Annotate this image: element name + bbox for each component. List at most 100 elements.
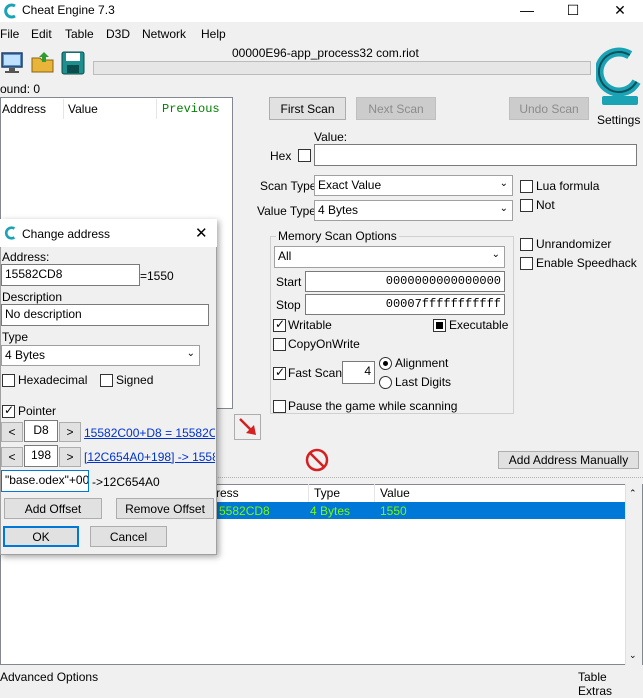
chevron-down-icon: ⌄: [491, 249, 500, 260]
address-header-type[interactable]: Type: [314, 486, 340, 500]
offset1-input[interactable]: D8: [24, 420, 58, 442]
advanced-options-link[interactable]: Advanced Options: [0, 670, 98, 684]
base-address-result: ->12C654A0: [92, 475, 160, 489]
hex-checkbox[interactable]: [298, 149, 311, 162]
results-header-previous[interactable]: Previous: [162, 102, 220, 116]
remove-offset-button[interactable]: Remove Offset: [116, 498, 214, 519]
menu-file[interactable]: File: [0, 27, 19, 41]
dialog-close-icon[interactable]: ✕: [195, 224, 208, 242]
dialog-description-input[interactable]: No description: [1, 304, 209, 326]
value-type-value: 4 Bytes: [318, 203, 359, 217]
offset2-increment-button[interactable]: >: [59, 447, 81, 467]
memory-region-value: All: [278, 249, 292, 263]
executable-checkbox[interactable]: [433, 319, 446, 332]
address-list-scrollbar[interactable]: ⌃ ⌄: [625, 484, 642, 665]
memory-region-select[interactable]: All ⌄: [274, 246, 505, 268]
unrandomizer-label: Unrandomizer: [536, 237, 612, 251]
next-scan-button[interactable]: Next Scan: [356, 97, 436, 120]
copy-on-write-label: CopyOnWrite: [288, 337, 360, 351]
add-to-list-arrow-button[interactable]: [234, 414, 261, 440]
save-icon[interactable]: [60, 50, 86, 76]
dialog-type-value: 4 Bytes: [5, 348, 46, 362]
header-divider: [156, 99, 157, 119]
hex-label: Hex: [270, 149, 292, 163]
cancel-button[interactable]: Cancel: [90, 526, 167, 547]
scan-progress-bar: [93, 61, 591, 75]
hexadecimal-label: Hexadecimal: [18, 373, 88, 387]
open-file-icon[interactable]: [30, 50, 56, 76]
signed-checkbox[interactable]: [100, 374, 113, 387]
address-header-address[interactable]: ress: [216, 486, 239, 500]
offset2-link[interactable]: [12C654A0+198] -> 15582C00: [84, 450, 215, 464]
pointer-checkbox[interactable]: [2, 403, 15, 418]
cheat-engine-icon: [2, 3, 18, 19]
offset2-input[interactable]: 198: [24, 445, 58, 467]
last-digits-label: Last Digits: [395, 375, 452, 389]
maximize-button[interactable]: ☐: [550, 0, 596, 22]
pause-game-label: Pause the game while scanning: [288, 399, 458, 413]
lua-formula-label: Lua formula: [536, 179, 600, 193]
menu-network[interactable]: Network: [142, 27, 186, 41]
lua-formula-checkbox[interactable]: [520, 180, 533, 193]
base-address-input[interactable]: "base.odex"+00: [1, 470, 89, 492]
add-address-manually-button[interactable]: Add Address Manually: [498, 451, 639, 469]
memory-scan-options-title: Memory Scan Options: [276, 229, 399, 243]
fast-scan-checkbox[interactable]: [273, 365, 286, 380]
offset1-increment-button[interactable]: >: [59, 422, 81, 442]
offset1-decrement-button[interactable]: <: [1, 422, 23, 442]
copy-on-write-checkbox[interactable]: [273, 338, 286, 351]
results-header-value[interactable]: Value: [68, 102, 98, 116]
address-header-value[interactable]: Value: [380, 486, 410, 500]
value-type-label: Value Type: [257, 204, 316, 218]
unrandomizer-checkbox[interactable]: [520, 238, 533, 251]
last-digits-radio[interactable]: [379, 376, 392, 389]
dialog-address-result: =1550: [140, 269, 174, 283]
close-button[interactable]: ✕: [597, 0, 643, 22]
dialog-type-select[interactable]: 4 Bytes ⌄: [1, 345, 200, 366]
header-divider: [308, 484, 309, 502]
pause-game-checkbox[interactable]: [273, 400, 286, 413]
alignment-label: Alignment: [395, 356, 449, 370]
value-input[interactable]: [314, 144, 637, 166]
stop-icon[interactable]: [304, 447, 330, 473]
menu-edit[interactable]: Edit: [31, 27, 52, 41]
value-type-select[interactable]: 4 Bytes ⌄: [314, 200, 513, 221]
menu-help[interactable]: Help: [201, 27, 226, 41]
menu-d3d[interactable]: D3D: [106, 27, 130, 41]
cheat-engine-logo[interactable]: [594, 46, 643, 106]
alignment-radio[interactable]: [379, 357, 392, 370]
chevron-down-icon: ⌄: [499, 203, 508, 214]
offset1-link[interactable]: 15582C00+D8 = 15582CD8: [84, 426, 215, 440]
writable-checkbox[interactable]: [273, 317, 286, 332]
signed-label: Signed: [116, 373, 154, 387]
dialog-type-label: Type: [2, 330, 29, 344]
menu-table[interactable]: Table: [65, 27, 94, 41]
not-label: Not: [536, 198, 555, 212]
chevron-down-icon: ⌄: [629, 650, 637, 660]
scan-type-label: Scan Type: [260, 179, 317, 193]
not-checkbox[interactable]: [520, 199, 533, 212]
undo-scan-button[interactable]: Undo Scan: [509, 97, 589, 120]
dialog-address-input[interactable]: 15582CD8: [1, 264, 140, 286]
results-header-address[interactable]: Address: [2, 102, 46, 116]
offset2-decrement-button[interactable]: <: [1, 447, 23, 467]
open-process-icon[interactable]: [0, 50, 26, 76]
arrow-down-right-icon: [238, 418, 256, 435]
table-row[interactable]: [216, 502, 625, 519]
dialog-description-label: Description: [2, 290, 63, 304]
settings-link[interactable]: Settings: [597, 113, 640, 127]
first-scan-button[interactable]: First Scan: [269, 97, 346, 120]
row-value: 1550: [380, 504, 407, 518]
stop-address-input[interactable]: 00007fffffffffff: [305, 294, 505, 315]
hexadecimal-checkbox[interactable]: [2, 374, 15, 387]
enable-speedhack-checkbox[interactable]: [520, 257, 533, 270]
fast-scan-input[interactable]: 4: [342, 361, 375, 384]
table-extras-link[interactable]: Table Extras: [578, 670, 643, 698]
minimize-button[interactable]: —: [504, 0, 550, 22]
ok-button[interactable]: OK: [3, 526, 79, 547]
menu-bar: [0, 24, 643, 44]
start-address-input[interactable]: 0000000000000000: [305, 271, 505, 292]
dialog-title: Change address: [22, 227, 111, 241]
add-offset-button[interactable]: Add Offset: [4, 498, 102, 519]
scan-type-select[interactable]: Exact Value ⌄: [314, 175, 513, 196]
